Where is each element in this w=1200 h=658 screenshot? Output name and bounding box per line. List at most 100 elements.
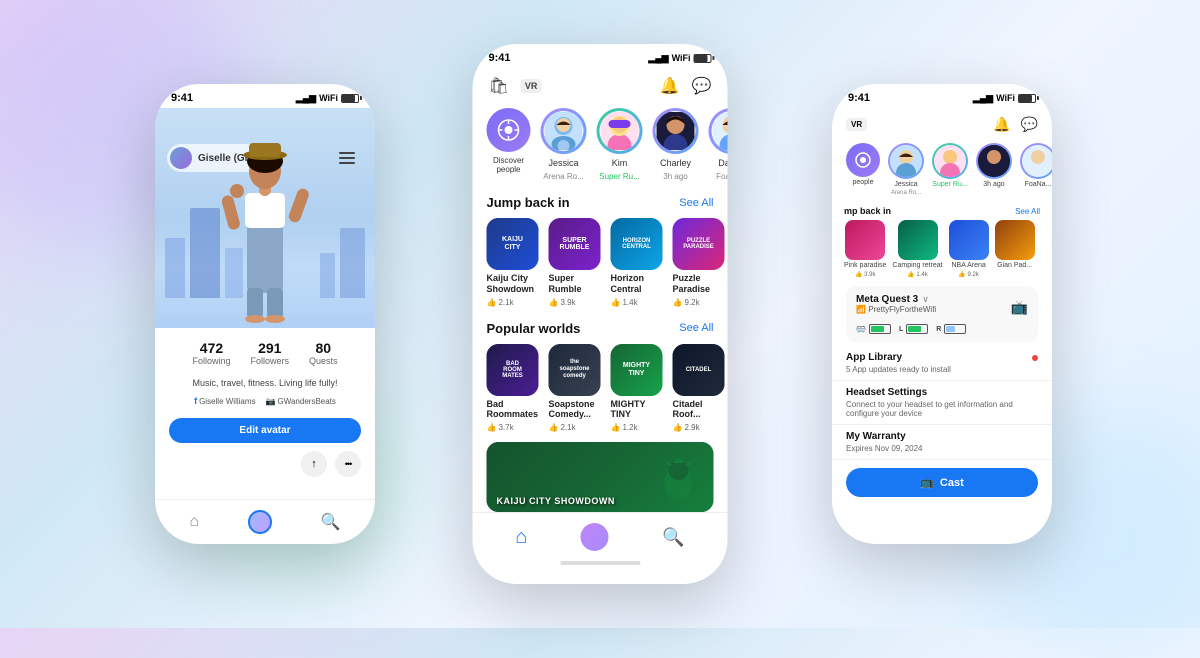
chat-icon-center[interactable]: 💬 (692, 76, 712, 96)
game-bad-roommates[interactable]: BADROOMMATES Bad Roommates 👍 3.7k (487, 344, 539, 433)
quest-jessica-label: Jessica (894, 181, 917, 188)
game-mighty-tiny[interactable]: MIGHTYTINY MIGHTY TINY 👍 1.2k (611, 344, 663, 433)
search-nav-center[interactable]: 🔍 (662, 527, 684, 548)
bottom-nav-center: ⌂ 🔍 (473, 512, 728, 561)
jessica-name: Jessica (548, 158, 578, 168)
bell-icon-right[interactable]: 🔔 (993, 116, 1010, 133)
more-icon: ••• (345, 459, 351, 469)
search-nav-left[interactable]: 🔍 (321, 512, 341, 532)
quest-game-camping[interactable]: Camping retreat 👍 1.4k (892, 220, 942, 278)
kim-ring (597, 108, 643, 154)
quest-kim-svg (934, 145, 966, 177)
puzzle-stat: 👍 9.2k (673, 298, 725, 307)
game-citadel[interactable]: CITADEL Citadel Roof... 👍 2.9k (673, 344, 725, 433)
quest-device-name-container: Meta Quest 3 ∨ (856, 294, 936, 305)
quest-game-gian[interactable]: Gian Pad... (995, 220, 1035, 278)
quest-nba-stat: 👍 9.2k (958, 271, 978, 278)
quest-cast-small-icon[interactable]: 📺 (1011, 299, 1028, 316)
quest-game-nba[interactable]: NBA Arena 👍 9.2k (949, 220, 989, 278)
avatar-nav-left[interactable] (248, 510, 272, 534)
quest-charley-svg (978, 145, 1010, 177)
stories-row: Discoverpeople Jessica Arena Ro... (473, 102, 728, 191)
game-soapstone[interactable]: thesoapstonecomedy Soapstone Comedy... 👍… (549, 344, 601, 433)
story-discover[interactable]: Discoverpeople (487, 108, 531, 181)
menu-button[interactable] (339, 146, 363, 170)
quest-game-pink[interactable]: Pink paradise 👍 3.9k (844, 220, 886, 278)
mighty-thumbs-icon: 👍 (611, 423, 621, 432)
popular-see-all[interactable]: See All (679, 322, 713, 334)
quest-darrell[interactable]: FoaNa... (1020, 143, 1052, 196)
l-batt-fill (908, 326, 921, 332)
bad-thumbs-icon: 👍 (487, 423, 497, 432)
story-darrell[interactable]: Darrell FoaNa... (709, 108, 728, 181)
quest-camping-stat: 👍 1.4k (907, 271, 927, 278)
signal-icon-right: ▂▄▆ (973, 93, 993, 104)
quest-top-icons: 🔔 💬 (993, 116, 1038, 133)
more-button[interactable]: ••• (335, 451, 361, 477)
quest-kim[interactable]: Super Ru... (932, 143, 968, 196)
citadel-thumbs-icon: 👍 (673, 423, 683, 432)
soapstone-name: Soapstone Comedy... (549, 399, 601, 421)
quest-jessica[interactable]: Jessica Arena Ro... (888, 143, 924, 196)
edit-avatar-button[interactable]: Edit avatar (169, 418, 361, 443)
avatar-nav-center[interactable] (581, 523, 609, 551)
soapstone-stat: 👍 2.1k (549, 423, 601, 432)
quest-charley[interactable]: 3h ago (976, 143, 1012, 196)
vr-headset-icon[interactable]: VR (521, 79, 542, 93)
time-right: 9:41 (848, 92, 870, 104)
game-rumble[interactable]: SUPERRUMBLE Super Rumble 👍 3.9k (549, 218, 601, 307)
home-nav-center[interactable]: ⌂ (515, 526, 527, 549)
bad-art: BADROOMMATES (487, 344, 539, 396)
quest-charley-ring (976, 143, 1012, 179)
quest-jump-see-all[interactable]: See All (1015, 207, 1040, 216)
quest-device-header: Meta Quest 3 ∨ 📶 PrettyFlyFortheWifi 📺 (856, 294, 1028, 320)
horizon-thumb: HORIZONCENTRAL (611, 218, 663, 270)
chat-icon-right[interactable]: 💬 (1021, 116, 1038, 133)
share-icon: ↑ (311, 458, 317, 470)
home-nav-left[interactable]: ⌂ (189, 513, 199, 531)
charley-ring (653, 108, 699, 154)
puzzle-thumb: PUZZLEPARADISE (673, 218, 725, 270)
quest-kim-ring (932, 143, 968, 179)
quest-discover[interactable]: people (846, 143, 880, 196)
followers-label: Followers (251, 356, 290, 366)
story-charley[interactable]: Charley 3h ago (653, 108, 699, 181)
story-jessica[interactable]: Jessica Arena Ro... (541, 108, 587, 181)
jump-see-all[interactable]: See All (679, 197, 713, 209)
puzzle-art: PUZZLEPARADISE (673, 218, 725, 270)
kim-sub: Super Ru... (599, 172, 639, 181)
quest-jessica-ring (888, 143, 924, 179)
my-warranty-item[interactable]: My Warranty Expires Nov 09, 2024 (832, 425, 1052, 460)
headset-settings-item[interactable]: Headset Settings Connect to your headset… (832, 381, 1052, 425)
status-icons-left: ▂▄▆ WiFi (296, 93, 359, 104)
quests-stat: 80 Quests (309, 340, 338, 366)
story-kim[interactable]: Kim Super Ru... (597, 108, 643, 181)
soapstone-thumb: thesoapstonecomedy (549, 344, 601, 396)
banner-monster-figure (659, 458, 699, 508)
r-batt-bar (944, 324, 966, 334)
quest-stories: people Jessica Arena Ro... (832, 139, 1052, 204)
game-puzzle[interactable]: PUZZLEPARADISE Puzzle Paradise 👍 9.2k (673, 218, 725, 307)
app-library-item[interactable]: App Library 5 App updates ready to insta… (832, 346, 1052, 381)
kaiju-art: KAIJUCITY (487, 218, 539, 270)
kaiju-banner[interactable]: KAIJU CITY SHOWDOWN (487, 442, 714, 512)
game-kaiju[interactable]: KAIJUCITY Kaiju City Showdown 👍 2.1k (487, 218, 539, 307)
facebook-link[interactable]: f Giselle Williams (194, 396, 255, 406)
quest-darrell-label: FoaNa... (1025, 181, 1052, 188)
citadel-thumb: CITADEL (673, 344, 725, 396)
center-phone: 9:41 ▂▄▆ WiFi 🛍 VR 🔔 💬 (473, 44, 728, 584)
bag-icon[interactable]: 🛍 (489, 76, 509, 96)
quest-camping-thumb (898, 220, 938, 260)
quest-darrell-ring (1020, 143, 1052, 179)
share-button[interactable]: ↑ (301, 451, 327, 477)
rumble-name: Super Rumble (549, 273, 601, 295)
cast-button[interactable]: 📺 Cast (846, 468, 1038, 497)
quest-charley-avatar (978, 145, 1010, 177)
game-horizon[interactable]: HORIZONCENTRAL Horizon Central 👍 1.4k (611, 218, 663, 307)
charley-sub: 3h ago (663, 172, 687, 181)
bell-icon-center[interactable]: 🔔 (660, 76, 680, 96)
popular-worlds-games: BADROOMMATES Bad Roommates 👍 3.7k thesoa… (473, 344, 728, 443)
vr-batt-bar (869, 324, 891, 334)
instagram-link[interactable]: 📷 GWandersBeats (266, 396, 336, 406)
my-warranty-title: My Warranty (846, 431, 1038, 442)
